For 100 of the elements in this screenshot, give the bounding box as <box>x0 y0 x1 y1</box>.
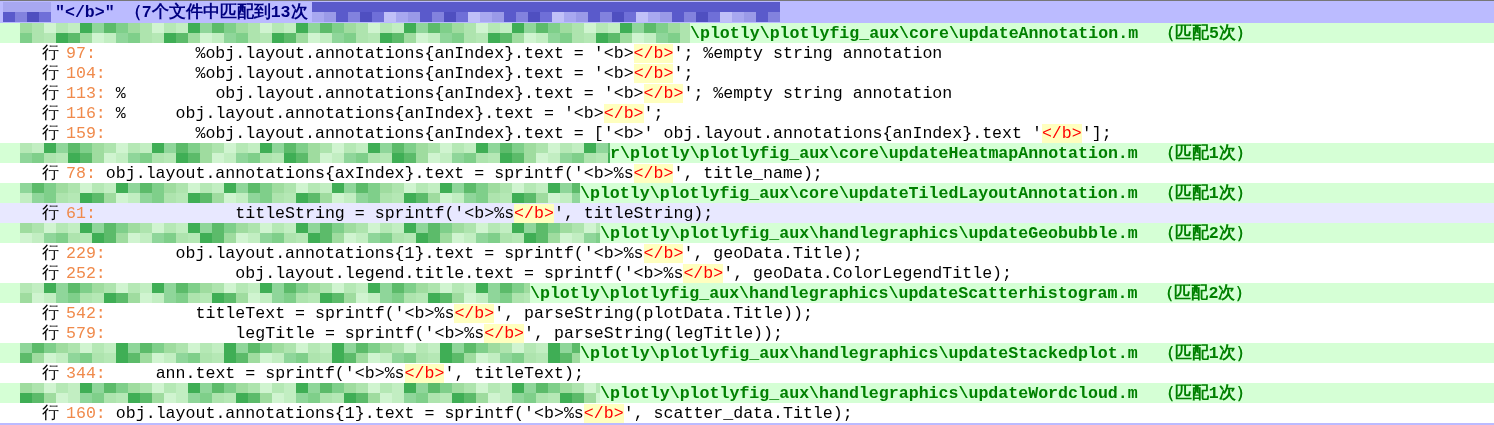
line-number: 344: <box>66 363 106 383</box>
code-text: ', parseString(legTitle)); <box>524 323 783 343</box>
code-text: obj.layout.legend.title.text = sprintf('<b>%s <box>234 263 684 283</box>
match-highlight: </b> <box>484 323 525 343</box>
result-line[interactable]: 行 104: %obj.layout.annotations{anIndex}.text = '<b></b>'; <box>0 63 1494 83</box>
line-label: 行 <box>42 323 60 344</box>
code-text: '; %empty string annotation <box>683 83 953 103</box>
result-line[interactable]: 行 229: obj.layout.annotations{1}.text = sprintf('<b>%s</b>', geoData.Title); <box>0 243 1494 263</box>
match-highlight: </b> <box>683 263 724 283</box>
result-line[interactable]: 行 159: %obj.layout.annotations{anIndex}.text = ['<b>' obj.layout.annotations{anIndex}.text '</b>']; <box>0 123 1494 143</box>
code-text: titleText = sprintf('<b>%s <box>194 303 455 323</box>
code-text: obj.layout.annotations{axIndex}.text = sprintf('<b>%s <box>104 163 634 183</box>
line-label: 行 <box>42 243 60 264</box>
code-text: ', scatter_data.Title); <box>623 403 853 423</box>
line-number: 61: <box>66 203 96 223</box>
line-label: 行 <box>42 263 60 284</box>
file-result-row[interactable]: \plotly\plotlyfig_aux\handlegraphics\updateScatterhistogram.m （匹配2次） <box>0 283 1494 303</box>
result-line[interactable]: 行 113: % obj.layout.annotations{anIndex}.text = '<b></b>'; %empty string annotation <box>0 83 1494 103</box>
file-path: \plotly\plotlyfig_aux\handlegraphics\updateScatterhistogram.m <box>530 283 1138 303</box>
code-text: ann.text = sprintf('<b>%s <box>154 363 405 383</box>
line-label: 行 <box>42 303 60 324</box>
code-text: ', geoData.ColorLegendTitle); <box>723 263 1013 283</box>
code-text: obj.layout.annotations{1}.text = sprintf('<b>%s <box>114 403 584 423</box>
match-highlight: </b> <box>514 203 554 223</box>
result-line[interactable]: 行 542: titleText = sprintf('<b>%s</b>', parseString(plotData.Title)); <box>0 303 1494 323</box>
match-highlight: </b> <box>1041 123 1082 143</box>
code-text: '; %empty string annotation <box>673 43 943 63</box>
line-number: 229: <box>66 243 106 263</box>
file-path: r\plotly\plotlyfig_aux\core\updateHeatmapAnnotation.m <box>610 143 1138 163</box>
result-line[interactable]: 行 160: obj.layout.annotations{1}.text = sprintf('<b>%s</b>', scatter_data.Title); <box>0 403 1494 423</box>
line-number: 116: <box>66 103 106 123</box>
match-highlight: </b> <box>643 83 684 103</box>
result-line[interactable]: 行 344: ann.text = sprintf('<b>%s</b>', titleText); <box>0 363 1494 383</box>
code-text: ', geoData.Title); <box>683 243 863 263</box>
code-text: %obj.layout.annotations{anIndex}.text = ['<b>' obj.layout.annotations{anIndex}.text ' <box>194 123 1042 143</box>
line-number: 542: <box>66 303 106 323</box>
code-text: legTitle = sprintf('<b>%s <box>234 323 485 343</box>
file-result-row[interactable]: \plotly\plotlyfig_aux\core\updateAnnotation.m （匹配5次） <box>0 23 1494 43</box>
line-number: 252: <box>66 263 106 283</box>
code-text: ', titleString); <box>553 203 714 223</box>
line-label: 行 <box>42 123 60 144</box>
match-highlight: </b> <box>643 243 684 263</box>
code-text: % obj.layout.annotations{anIndex}.text = '<b> <box>114 103 604 123</box>
line-label: 行 <box>42 163 60 184</box>
match-count: （匹配1次） <box>1157 183 1253 204</box>
match-count: （匹配2次） <box>1157 223 1253 244</box>
code-text: obj.layout.annotations{1}.text = sprintf('<b>%s <box>174 243 644 263</box>
code-text: ', titleText); <box>444 363 584 383</box>
result-line[interactable]: 行 252: obj.layout.legend.title.text = sprintf('<b>%s</b>', geoData.ColorLegendTitle); <box>0 263 1494 283</box>
line-number: 160: <box>66 403 106 423</box>
line-label: 行 <box>42 83 60 104</box>
match-highlight: </b> <box>404 363 445 383</box>
line-label: 行 <box>42 403 60 424</box>
search-summary: "</b>" （7个文件中匹配到13次 <box>55 1 308 23</box>
match-highlight: </b> <box>583 403 624 423</box>
line-label: 行 <box>42 63 60 84</box>
search-header[interactable]: "</b>" （7个文件中匹配到13次 <box>0 1 1494 23</box>
line-number: 159: <box>66 123 106 143</box>
match-highlight: </b> <box>633 43 674 63</box>
result-line[interactable]: 行 579: legTitle = sprintf('<b>%s</b>', parseString(legTitle)); <box>0 323 1494 343</box>
file-path: \plotly\plotlyfig_aux\handlegraphics\updateGeobubble.m <box>600 223 1138 243</box>
file-result-row[interactable]: r\plotly\plotlyfig_aux\core\updateHeatmapAnnotation.m （匹配1次） <box>0 143 1494 163</box>
line-label: 行 <box>42 43 60 64</box>
file-result-row[interactable]: \plotly\plotlyfig_aux\handlegraphics\updateGeobubble.m （匹配2次） <box>0 223 1494 243</box>
result-line[interactable]: 行 97: %obj.layout.annotations{anIndex}.text = '<b></b>'; %empty string annotation <box>0 43 1494 63</box>
line-number: 97: <box>66 43 96 63</box>
file-path: \plotly\plotlyfig_aux\core\updateAnnotation.m <box>690 23 1139 43</box>
result-line[interactable]: 行 116: % obj.layout.annotations{anIndex}.text = '<b></b>'; <box>0 103 1494 123</box>
match-count: （匹配2次） <box>1157 283 1253 304</box>
match-count: （匹配1次） <box>1157 383 1253 404</box>
file-result-row[interactable]: \plotly\plotlyfig_aux\handlegraphics\updateStackedplot.m （匹配1次） <box>0 343 1494 363</box>
line-number: 113: <box>66 83 106 103</box>
code-text: '; <box>673 63 694 83</box>
file-result-row[interactable]: \plotly\plotlyfig_aux\handlegraphics\updateWordcloud.m （匹配1次） <box>0 383 1494 403</box>
code-text: ', title_name); <box>673 163 823 183</box>
code-text: %obj.layout.annotations{anIndex}.text = '<b> <box>194 43 634 63</box>
match-highlight: </b> <box>603 103 644 123</box>
code-text: ', parseString(plotData.Title)); <box>494 303 813 323</box>
match-count: （匹配1次） <box>1157 143 1253 164</box>
file-path: \plotly\plotlyfig_aux\handlegraphics\updateStackedplot.m <box>580 343 1138 363</box>
match-highlight: </b> <box>454 303 495 323</box>
code-text: titleString = sprintf('<b>%s <box>234 203 515 223</box>
code-text: ']; <box>1081 123 1112 143</box>
line-number: 78: <box>66 163 96 183</box>
line-label: 行 <box>42 363 60 384</box>
code-text: '; <box>643 103 664 123</box>
file-path: \plotly\plotlyfig_aux\handlegraphics\updateWordcloud.m <box>600 383 1138 403</box>
file-path: \plotly\plotlyfig_aux\core\updateTiledLayoutAnnotation.m <box>580 183 1138 203</box>
match-highlight: </b> <box>633 163 674 183</box>
code-text: %obj.layout.annotations{anIndex}.text = '<b> <box>194 63 634 83</box>
result-line[interactable]: 行 78: obj.layout.annotations{axIndex}.text = sprintf('<b>%s</b>', title_name); <box>0 163 1494 183</box>
line-label: 行 <box>42 203 60 224</box>
match-count: （匹配5次） <box>1158 23 1254 44</box>
match-count: （匹配1次） <box>1157 343 1253 364</box>
code-text: % obj.layout.annotations{anIndex}.text = '<b> <box>114 83 644 103</box>
line-label: 行 <box>42 103 60 124</box>
file-result-row[interactable]: \plotly\plotlyfig_aux\core\updateTiledLayoutAnnotation.m （匹配1次） <box>0 183 1494 203</box>
match-highlight: </b> <box>633 63 674 83</box>
line-number: 579: <box>66 323 106 343</box>
line-number: 104: <box>66 63 106 83</box>
